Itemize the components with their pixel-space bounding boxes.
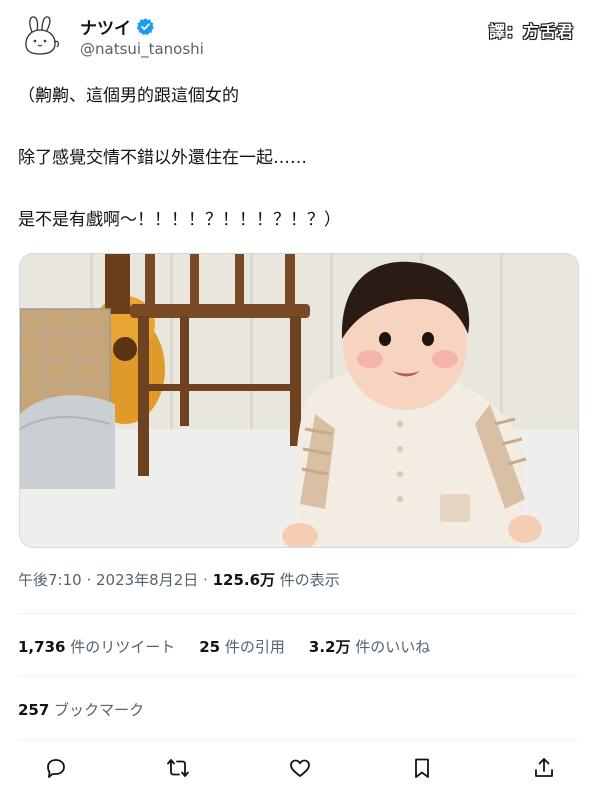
tweet-text: （齁齁、這個男的跟這個女的 除了感覺交情不錯以外還住在一起…… 是不是有戲啊～！… bbox=[18, 88, 578, 229]
views-label: 件の表示 bbox=[275, 571, 340, 589]
tweet-line: 除了感覺交情不錯以外還住在一起…… bbox=[18, 148, 307, 168]
retweets-label: 件のリツイート bbox=[65, 638, 176, 656]
meta-separator: · bbox=[198, 571, 213, 589]
tweet-media-photo[interactable] bbox=[19, 253, 579, 548]
verified-badge-icon bbox=[136, 18, 154, 36]
likes-count: 3.2万 bbox=[308, 638, 351, 656]
quotes-label: 件の引用 bbox=[220, 638, 285, 656]
retweets-count: 1,736 bbox=[18, 638, 66, 656]
likes-label: 件のいいね bbox=[350, 638, 431, 656]
meta-separator: · bbox=[81, 571, 96, 589]
like-button[interactable] bbox=[284, 752, 316, 784]
bookmark-button[interactable] bbox=[406, 752, 438, 784]
bookmarks-count: 257 bbox=[18, 701, 50, 719]
bookmarks-stat[interactable]: 257 ブックマーク bbox=[18, 699, 144, 720]
user-handle[interactable]: @natsui_tanoshi bbox=[80, 40, 204, 58]
bunny-avatar-icon bbox=[25, 16, 60, 55]
reply-button[interactable] bbox=[40, 752, 72, 784]
retweet-icon bbox=[167, 759, 189, 777]
engagement-stats: 1,736 件のリツイート 25 件の引用 3.2万 件のいいね bbox=[18, 636, 430, 657]
divider bbox=[18, 676, 578, 677]
views-count: 125.6万 bbox=[212, 571, 276, 589]
likes-stat[interactable]: 3.2万 件のいいね bbox=[309, 636, 430, 657]
tweet-time[interactable]: 午後7:10 bbox=[18, 571, 82, 589]
tweet-date[interactable]: 2023年8月2日 bbox=[96, 571, 198, 589]
retweets-stat[interactable]: 1,736 件のリツイート bbox=[18, 636, 175, 657]
tweet-header: ナツイ @natsui_tanoshi 譯：方舌君 bbox=[18, 12, 580, 62]
bookmarks-label: ブックマーク bbox=[49, 701, 145, 719]
tweet-line: 是不是有戲啊～！！！！？！！！？！？） bbox=[18, 210, 341, 230]
display-name[interactable]: ナツイ bbox=[80, 14, 131, 39]
translator-watermark: 譯：方舌君 bbox=[488, 22, 574, 41]
tweet-line: （齁齁、這個男的跟這個女的 bbox=[18, 86, 239, 106]
reply-icon bbox=[47, 759, 65, 778]
share-icon bbox=[535, 758, 553, 777]
baby-photo-illustration bbox=[20, 254, 578, 547]
heart-icon bbox=[290, 759, 310, 777]
tweet-timestamp-views: 午後7:10 · 2023年8月2日 · 125.6万 件の表示 bbox=[18, 569, 340, 590]
tweet-action-bar bbox=[40, 752, 560, 784]
avatar[interactable] bbox=[18, 12, 64, 58]
name-row: ナツイ bbox=[80, 14, 155, 39]
share-button[interactable] bbox=[528, 752, 560, 784]
divider bbox=[18, 739, 578, 740]
bookmark-icon bbox=[415, 758, 429, 778]
quotes-stat[interactable]: 25 件の引用 bbox=[199, 636, 285, 657]
divider bbox=[18, 613, 578, 614]
quotes-count: 25 bbox=[199, 638, 221, 656]
retweet-button[interactable] bbox=[162, 752, 194, 784]
